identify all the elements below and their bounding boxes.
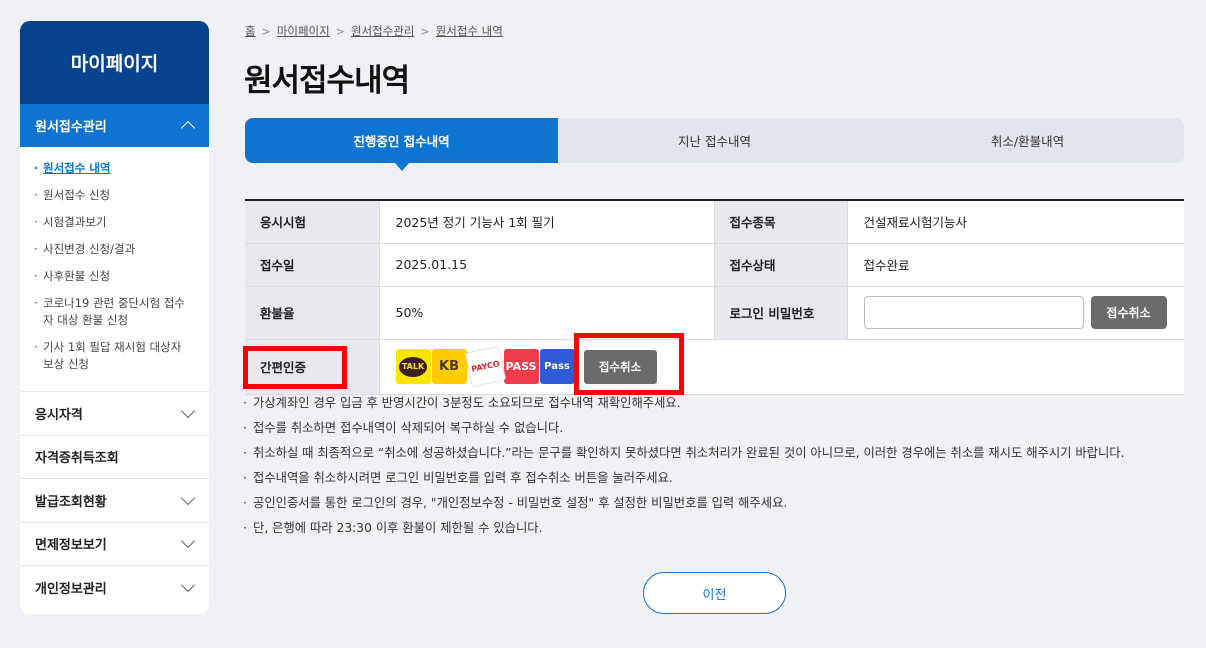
application-detail-table: 응시시험 2025년 정기 기능사 1회 필기 접수종목 건설재료시험기능사 접… — [245, 199, 1184, 395]
table-row: 접수일 2025.01.15 접수상태 접수완료 — [245, 243, 1184, 287]
status-label: 접수상태 — [713, 243, 847, 287]
sidebar-item-post-refund[interactable]: 사후환불 신청 — [34, 268, 195, 285]
list-item: 취소하실 때 최종적으로 “취소에 성공하셨습니다.”라는 문구를 확인하지 못… — [243, 445, 1193, 461]
list-item: 공인인증서를 통한 로그인의 경우, "개인정보수정 - 비밀번호 설정" 후 … — [243, 495, 1193, 511]
refund-label: 환불율 — [245, 286, 379, 340]
chevron-right-icon: > — [261, 24, 271, 38]
table-row: 간편인증 TALK KB PAYCO PASS Pass 접수취소 — [245, 339, 1184, 395]
password-cell: 접수취소 — [846, 286, 1184, 340]
chevron-down-icon — [180, 534, 196, 549]
sidebar-submenu: 원서접수 내역 원서접수 신청 시험결과보기 사진변경 신청/결과 사후환불 신… — [20, 147, 209, 392]
page-title: 원서접수내역 — [244, 63, 410, 99]
tab-in-progress[interactable]: 진행중인 접수내역 — [245, 118, 558, 171]
sidebar-group-label: 면제정보보기 — [35, 538, 107, 554]
sidebar-group-application[interactable]: 원서접수관리 — [20, 104, 209, 147]
sidebar: 마이페이지 원서접수관리 원서접수 내역 원서접수 신청 시험결과보기 사진변경… — [20, 21, 209, 614]
sidebar-group-exemption-info[interactable]: 면제정보보기 — [20, 523, 209, 566]
chevron-down-icon — [180, 403, 196, 418]
tab-cancel-refund[interactable]: 취소/환불내역 — [871, 118, 1184, 163]
breadcrumb: 홈 > 마이페이지 > 원서접수관리 > 원서접수 내역 — [245, 23, 503, 39]
sidebar-item-application-request[interactable]: 원서접수 신청 — [34, 187, 195, 204]
breadcrumb-home[interactable]: 홈 — [245, 23, 256, 39]
kb-icon[interactable]: KB — [431, 349, 467, 384]
sidebar-item-application-history[interactable]: 원서접수 내역 — [34, 160, 195, 177]
sidebar-item-covid-refund[interactable]: 코로나19 관련 중단시험 접수자 대상 환불 신청 — [34, 295, 195, 329]
notice-list: 가상계좌인 경우 입금 후 반영시간이 3분정도 소요되므로 접수내역 재확인해… — [243, 395, 1193, 545]
pass-blue-icon[interactable]: Pass — [539, 349, 575, 384]
previous-button[interactable]: 이전 — [643, 572, 786, 614]
breadcrumb-application-history[interactable]: 원서접수 내역 — [436, 23, 503, 39]
cancel-application-button[interactable]: 접수취소 — [1090, 296, 1167, 329]
table-row: 환불율 50% 로그인 비밀번호 접수취소 — [245, 286, 1184, 340]
kakao-talk-icon[interactable]: TALK — [395, 349, 431, 384]
breadcrumb-application-management[interactable]: 원서접수관리 — [351, 23, 414, 39]
password-input[interactable] — [863, 296, 1084, 329]
password-label: 로그인 비밀번호 — [713, 286, 847, 340]
sidebar-group-license-lookup[interactable]: 자격증취득조회 — [20, 436, 209, 479]
chevron-right-icon: > — [420, 24, 430, 38]
exam-label: 응시시험 — [245, 200, 379, 244]
list-item: 접수내역을 취소하시려면 로그인 비밀번호를 입력 후 접수취소 버튼을 눌러주… — [243, 470, 1193, 486]
sidebar-title: 마이페이지 — [20, 21, 209, 104]
chevron-down-icon — [180, 578, 196, 593]
sidebar-item-exam-results[interactable]: 시험결과보기 — [34, 214, 195, 231]
sidebar-group-issuance-status[interactable]: 발급조회현황 — [20, 479, 209, 523]
sidebar-group-label: 자격증취득조회 — [35, 451, 119, 467]
sidebar-group-label: 개인정보관리 — [35, 582, 107, 598]
highlight-box-auth-cancel — [574, 333, 684, 395]
breadcrumb-mypage[interactable]: 마이페이지 — [277, 23, 330, 39]
sidebar-group-eligibility[interactable]: 응시자격 — [20, 392, 209, 436]
table-row: 응시시험 2025년 정기 기능사 1회 필기 접수종목 건설재료시험기능사 — [245, 200, 1184, 244]
tab-past[interactable]: 지난 접수내역 — [558, 118, 871, 163]
sidebar-group-personal-info[interactable]: 개인정보관리 — [20, 566, 209, 610]
date-label: 접수일 — [245, 243, 379, 287]
list-item: 접수를 취소하면 접수내역이 삭제되어 복구하실 수 없습니다. — [243, 420, 1193, 436]
sidebar-item-photo-change[interactable]: 사진변경 신청/결과 — [34, 241, 195, 258]
easy-auth-cell: TALK KB PAYCO PASS Pass 접수취소 — [378, 339, 1184, 395]
payco-icon[interactable]: PAYCO — [464, 345, 506, 388]
refund-value: 50% — [378, 286, 714, 340]
status-value: 접수완료 — [846, 243, 1184, 287]
type-value: 건설재료시험기능사 — [846, 200, 1184, 244]
sidebar-group-label: 발급조회현황 — [35, 494, 107, 510]
chevron-down-icon — [180, 490, 196, 505]
date-value: 2025.01.15 — [378, 243, 714, 287]
sidebar-item-retest-compensation[interactable]: 기사 1회 필답 재시험 대상자 보상 신청 — [34, 339, 195, 373]
highlight-box-auth-label — [243, 346, 347, 389]
type-label: 접수종목 — [713, 200, 847, 244]
chevron-up-icon — [180, 120, 196, 136]
sidebar-group-label: 원서접수관리 — [35, 120, 107, 135]
pass-icon[interactable]: PASS — [503, 349, 539, 384]
chevron-right-icon: > — [335, 24, 345, 38]
tab-bar: 진행중인 접수내역 지난 접수내역 취소/환불내역 — [245, 118, 1184, 171]
exam-value: 2025년 정기 기능사 1회 필기 — [378, 200, 714, 244]
list-item: 가상계좌인 경우 입금 후 반영시간이 3분정도 소요되므로 접수내역 재확인해… — [243, 395, 1193, 411]
list-item: 단, 은행에 따라 23:30 이후 환불이 제한될 수 있습니다. — [243, 520, 1193, 536]
sidebar-group-label: 응시자격 — [35, 407, 83, 423]
